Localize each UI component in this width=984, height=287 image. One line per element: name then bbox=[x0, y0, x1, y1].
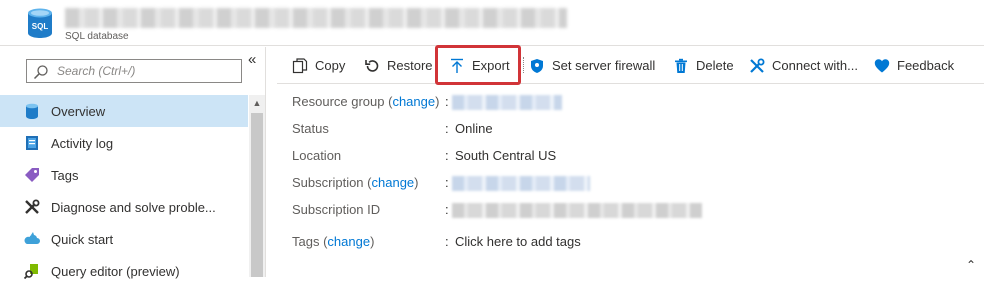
delete-button[interactable]: Delete bbox=[673, 47, 734, 84]
scroll-up-arrow[interactable]: ▲ bbox=[249, 95, 265, 111]
export-highlight-box bbox=[435, 45, 521, 85]
property-colon: : bbox=[445, 94, 449, 109]
db-icon-text: SQL bbox=[32, 22, 49, 31]
property-label: Subscription ID bbox=[292, 202, 381, 217]
property-resource-group: Resource group (change) : bbox=[292, 94, 972, 112]
menu-scrollbar[interactable]: ▲ bbox=[249, 95, 265, 277]
nav-item-overview[interactable]: Overview bbox=[0, 95, 248, 127]
property-label: Status bbox=[292, 121, 329, 136]
nav-item-tags[interactable]: Tags bbox=[0, 159, 248, 191]
property-colon: : bbox=[445, 202, 449, 217]
property-colon: : bbox=[445, 234, 449, 249]
delete-label: Delete bbox=[696, 58, 734, 73]
resource-header: SQL SQL database bbox=[0, 0, 984, 46]
property-location: Location : South Central US bbox=[292, 148, 972, 166]
menu-search-box[interactable] bbox=[26, 59, 242, 83]
nav-item-diagnose[interactable]: Diagnose and solve proble... bbox=[0, 191, 248, 223]
tag-icon bbox=[25, 168, 39, 182]
property-label: Subscription (change) bbox=[292, 175, 419, 190]
copy-button[interactable]: Copy bbox=[292, 47, 345, 84]
nav-item-label: Tags bbox=[51, 168, 79, 183]
sql-database-icon: SQL bbox=[28, 8, 52, 38]
property-tags: Tags (change) : Click here to add tags bbox=[292, 234, 972, 252]
collapse-menu-button[interactable]: « bbox=[248, 51, 256, 68]
status-value: Online bbox=[455, 121, 493, 136]
command-bar: Copy Restore Export Set server firewall bbox=[277, 47, 984, 84]
resource-menu: « Overview Activity log Tags bbox=[0, 47, 266, 279]
nav-item-label: Activity log bbox=[51, 136, 114, 151]
nav-item-activity-log[interactable]: Activity log bbox=[0, 127, 248, 159]
resource-group-value-redacted[interactable] bbox=[452, 95, 562, 110]
feedback-button[interactable]: Feedback bbox=[874, 47, 954, 84]
scrollbar-thumb[interactable] bbox=[251, 113, 263, 277]
restore-button[interactable]: Restore bbox=[364, 47, 433, 84]
menu-search-input[interactable] bbox=[55, 61, 235, 81]
copy-label: Copy bbox=[315, 58, 346, 73]
subscription-id-value-redacted bbox=[452, 203, 702, 218]
set-server-firewall-button[interactable]: Set server firewall bbox=[529, 47, 655, 84]
trash-icon bbox=[675, 58, 687, 73]
tools-icon bbox=[750, 58, 765, 73]
nav-item-label: Overview bbox=[51, 104, 106, 119]
set-server-firewall-label: Set server firewall bbox=[552, 58, 656, 73]
resource-nav: Overview Activity log Tags Diagnose and … bbox=[0, 95, 248, 287]
nav-item-label: Diagnose and solve proble... bbox=[51, 200, 216, 215]
restore-label: Restore bbox=[387, 58, 433, 73]
nav-item-quick-start[interactable]: Quick start bbox=[0, 223, 248, 255]
wrench-icon bbox=[25, 199, 40, 214]
shield-icon bbox=[531, 58, 543, 73]
property-label: Tags (change) bbox=[292, 234, 375, 249]
collapse-essentials-chevron-icon[interactable]: ⌃ bbox=[966, 258, 976, 272]
change-resource-group-link[interactable]: change bbox=[392, 94, 435, 109]
subscription-value-redacted[interactable] bbox=[452, 176, 590, 191]
connect-with-button[interactable]: Connect with... bbox=[749, 47, 858, 84]
activity-log-icon bbox=[26, 136, 38, 150]
property-status: Status : Online bbox=[292, 121, 972, 139]
property-colon: : bbox=[445, 121, 449, 136]
nav-item-query-editor[interactable]: Query editor (preview) bbox=[0, 255, 248, 287]
search-icon bbox=[33, 65, 48, 80]
change-subscription-link[interactable]: change bbox=[372, 175, 415, 190]
property-subscription-id: Subscription ID : bbox=[292, 202, 972, 220]
resource-type-label: SQL database bbox=[65, 31, 129, 42]
nav-item-label: Quick start bbox=[51, 232, 114, 247]
property-colon: : bbox=[445, 148, 449, 163]
connect-with-label: Connect with... bbox=[772, 58, 858, 73]
location-value: South Central US bbox=[455, 148, 557, 163]
heart-icon bbox=[874, 58, 890, 72]
property-subscription: Subscription (change) : bbox=[292, 175, 972, 193]
property-colon: : bbox=[445, 175, 449, 190]
restore-icon bbox=[365, 59, 379, 72]
property-label: Location bbox=[292, 148, 342, 163]
feedback-label: Feedback bbox=[897, 58, 955, 73]
copy-icon bbox=[292, 57, 308, 73]
cloud-icon bbox=[24, 232, 40, 244]
toolbar-separator bbox=[523, 57, 524, 73]
property-label: Resource group (change) bbox=[292, 94, 440, 109]
sql-database-icon bbox=[26, 103, 38, 119]
resource-name-redacted bbox=[65, 8, 567, 28]
change-tags-link[interactable]: change bbox=[327, 234, 370, 249]
add-tags-link[interactable]: Click here to add tags bbox=[455, 234, 581, 249]
